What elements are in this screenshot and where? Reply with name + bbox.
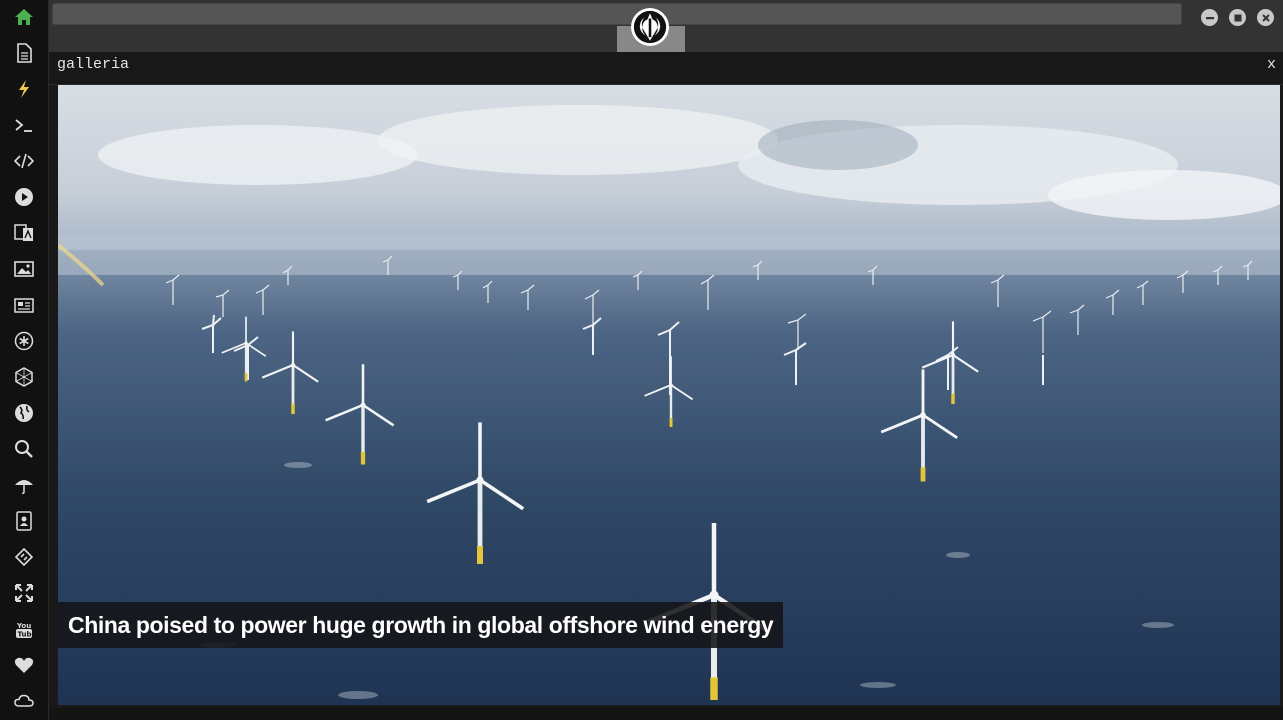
bottom-bar — [49, 707, 1283, 720]
heart-icon — [14, 657, 34, 673]
title-bar — [49, 0, 1283, 52]
panel-close-button[interactable]: x — [1267, 56, 1276, 73]
sidebar-item-cloud[interactable] — [13, 690, 35, 712]
image-icon — [14, 261, 34, 277]
home-icon — [15, 9, 33, 25]
code-icon — [14, 153, 34, 169]
sidebar-item-image[interactable] — [13, 258, 35, 280]
document-icon — [17, 43, 32, 63]
cloud-icon — [14, 694, 34, 707]
expand-icon — [15, 584, 33, 602]
search-icon — [15, 440, 33, 458]
sidebar-item-diamond[interactable] — [13, 546, 35, 568]
contact-book-icon — [16, 511, 32, 531]
sidebar-item-umbrella[interactable] — [13, 474, 35, 496]
sidebar-item-code[interactable] — [13, 150, 35, 172]
youtube-icon: YouTube — [16, 622, 35, 639]
minimize-icon — [1205, 16, 1214, 19]
sidebar-item-youtube[interactable]: You Tube — [13, 618, 35, 640]
sidebar-item-search[interactable] — [13, 438, 35, 460]
translate-icon — [14, 224, 33, 241]
galleria-panel: galleria x China poised to power huge gr… — [49, 52, 1283, 707]
close-icon — [1261, 13, 1270, 22]
sidebar: You Tube — [0, 0, 49, 720]
globe-icon — [15, 404, 33, 422]
rebel-alliance-icon — [633, 10, 667, 44]
sidebar-item-home[interactable] — [13, 6, 35, 28]
sidebar-item-document[interactable] — [13, 42, 35, 64]
offshore-wind-farm-photo[interactable]: China poised to power huge growth in glo… — [58, 85, 1280, 705]
rebel-alliance-logo — [631, 8, 669, 46]
address-bar[interactable] — [52, 3, 1182, 25]
sidebar-item-lightning[interactable] — [13, 78, 35, 100]
lightning-icon — [19, 80, 29, 98]
gallery-caption: China poised to power huge growth in glo… — [58, 602, 784, 648]
sidebar-item-heart[interactable] — [13, 654, 35, 676]
maximize-icon — [1234, 14, 1241, 21]
play-icon — [15, 188, 33, 206]
svg-text:Tube: Tube — [18, 631, 35, 639]
close-button[interactable] — [1257, 9, 1274, 26]
minimize-button[interactable] — [1201, 9, 1218, 26]
sidebar-item-play[interactable] — [13, 186, 35, 208]
sidebar-item-terminal[interactable] — [13, 114, 35, 136]
panel-title: galleria — [57, 56, 130, 73]
sidebar-item-globe[interactable] — [13, 402, 35, 424]
sidebar-item-hexagon[interactable] — [13, 366, 35, 388]
sidebar-item-translate[interactable] — [13, 222, 35, 244]
sidebar-item-asterisk[interactable] — [13, 330, 35, 352]
hexagon-icon — [15, 367, 33, 387]
asterisk-icon — [14, 331, 34, 351]
sidebar-item-news[interactable] — [13, 294, 35, 316]
umbrella-icon — [15, 480, 33, 495]
diamond-code-icon — [14, 547, 34, 567]
maximize-button[interactable] — [1229, 9, 1246, 26]
terminal-icon — [15, 119, 32, 132]
sidebar-item-fullscreen[interactable] — [13, 582, 35, 604]
svg-text:You: You — [16, 622, 31, 630]
sidebar-item-contacts[interactable] — [13, 510, 35, 532]
newspaper-icon — [14, 298, 34, 313]
panel-header: galleria x — [49, 52, 1283, 85]
